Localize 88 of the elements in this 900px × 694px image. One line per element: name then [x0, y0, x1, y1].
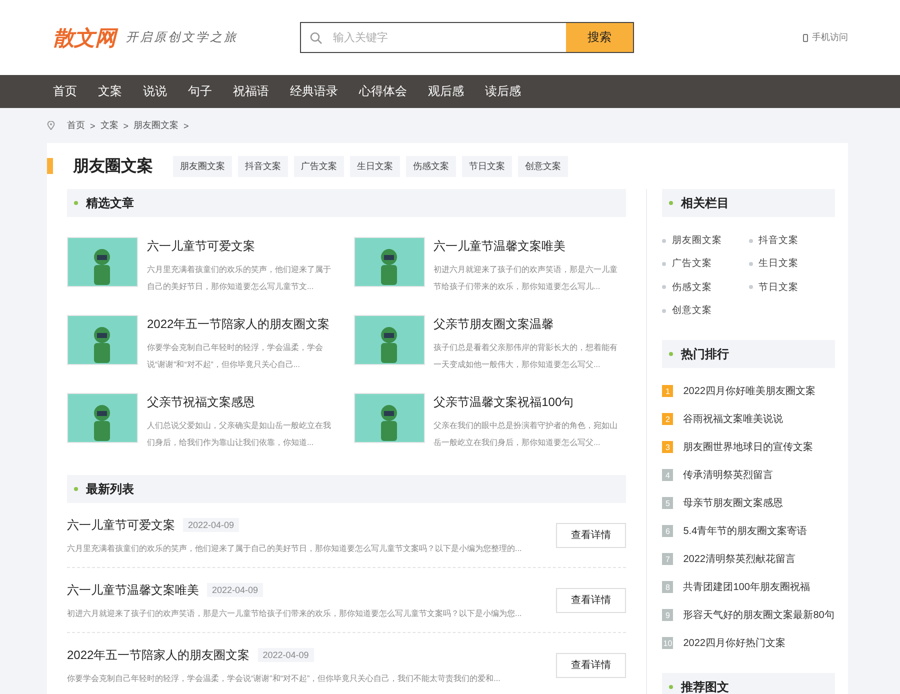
ranking-link[interactable]: 2022四月你好热门文案 — [683, 636, 786, 650]
breadcrumb-separator: > — [184, 120, 189, 130]
date-badge: 2022-04-09 — [207, 583, 264, 597]
article-title[interactable]: 六一儿童节温馨文案唯美 — [67, 582, 199, 598]
location-pin-icon — [47, 121, 55, 130]
nav-link[interactable]: 说说 — [143, 83, 167, 100]
section-title: 最新列表 — [86, 480, 134, 498]
nav-link[interactable]: 经典语录 — [290, 83, 338, 100]
article-title[interactable]: 父亲节朋友圈文案温馨 — [434, 316, 624, 333]
article-excerpt: 你要学会克制自己年轻时的轻浮，学会温柔，学会说“谢谢”和“对不起”，但你毕竟只关心自己，我们不能太苛责我们的爱和... — [67, 672, 502, 684]
breadcrumb-separator: > — [123, 120, 129, 130]
article-title[interactable]: 六一儿童节可爱文案 — [147, 238, 337, 255]
category-tag[interactable]: 伤感文案 — [406, 156, 456, 176]
category-link[interactable]: 生日文案 — [758, 257, 799, 270]
mobile-link[interactable]: 手机访问 — [803, 31, 848, 44]
category-tag[interactable]: 抖音文案 — [238, 156, 288, 176]
category-tag[interactable]: 创意文案 — [518, 156, 568, 176]
search-field[interactable]: 输入关键字 搜索 — [300, 22, 634, 53]
details-button[interactable]: 查看详情 — [556, 652, 626, 678]
date-badge: 2022-04-09 — [258, 648, 314, 662]
rank-badge: 9 — [662, 609, 674, 622]
category-tag[interactable]: 朋友圈文案 — [173, 156, 232, 176]
ranking-link[interactable]: 谷雨祝福文案唯美说说 — [683, 412, 784, 426]
category-tag[interactable]: 节日文案 — [462, 156, 512, 176]
category-title: 朋友圈文案 — [73, 156, 153, 176]
rank-badge: 2 — [662, 413, 674, 426]
category-link[interactable]: 广告文案 — [672, 257, 712, 270]
nav-link[interactable]: 读后感 — [485, 83, 521, 100]
illustration-placeholder — [354, 315, 425, 365]
mobile-link-text[interactable]: 手机访问 — [812, 31, 848, 44]
nav-link[interactable]: 观后感 — [428, 83, 464, 100]
accent-bar — [47, 158, 53, 174]
nav-link[interactable]: 心得体会 — [359, 83, 407, 100]
section-title: 推荐图文 — [681, 678, 730, 694]
ranking-link[interactable]: 母亲节朋友圈文案感恩 — [683, 496, 784, 510]
category-link[interactable]: 伤感文案 — [672, 280, 712, 294]
article-title[interactable]: 2022年五一节陪家人的朋友圈文案 — [147, 316, 337, 333]
illustration-placeholder — [67, 393, 138, 443]
rank-badge: 4 — [662, 469, 674, 482]
search-icon — [310, 32, 322, 44]
article-excerpt: 初进六月就迎来了孩子们的欢声笑语，那是六一儿童节给孩子们带来的欢乐，那你知道要怎么写儿童节文案吗？以下是小编为您... — [67, 608, 523, 618]
article-excerpt: 六月里充满着孩童们的欢乐的笑声，他们迎来了属于自己的美好节日，那你知道要怎么写儿童节文案吗？以下是小编为您整理的... — [67, 542, 523, 554]
date-badge: 2022-04-09 — [183, 518, 240, 532]
nav-link[interactable]: 祝福语 — [233, 83, 269, 100]
section-title: 相关栏目 — [681, 194, 730, 212]
category-link[interactable]: 朋友圈文案 — [672, 234, 722, 248]
breadcrumb-link[interactable]: 文案 — [100, 119, 118, 132]
phone-icon — [803, 34, 808, 42]
article-title[interactable]: 父亲节祝福文案感恩 — [147, 394, 337, 411]
rank-badge: 7 — [662, 553, 674, 566]
article-title[interactable]: 2022年五一节陪家人的朋友圈文案 — [67, 646, 250, 664]
site-slogan: 开启原创文学之旅 — [126, 29, 239, 46]
breadcrumb-link[interactable]: 朋友圈文案 — [134, 119, 179, 132]
ranking-link[interactable]: 2022清明祭英烈献花留言 — [683, 552, 796, 566]
nav-link[interactable]: 首页 — [53, 83, 77, 100]
rank-badge: 3 — [662, 441, 674, 454]
ranking-link[interactable]: 2022四月你好唯美朋友圈文案 — [683, 384, 816, 398]
nav-link[interactable]: 句子 — [188, 83, 212, 100]
details-button[interactable]: 查看详情 — [556, 588, 626, 612]
ranking-link[interactable]: 形容天气好的朋友圈文案最新80句 — [683, 608, 834, 622]
illustration-placeholder — [354, 237, 425, 287]
rank-badge: 1 — [662, 385, 674, 398]
rank-badge: 10 — [662, 637, 674, 650]
ranking-link[interactable]: 5.4青年节的朋友圈文案寄语 — [683, 524, 808, 538]
category-tag[interactable]: 广告文案 — [294, 156, 344, 176]
article-title[interactable]: 六一儿童节可爱文案 — [67, 516, 175, 534]
ranking-link[interactable]: 共青团建团100年朋友圈祝福 — [683, 580, 810, 594]
category-link[interactable]: 节日文案 — [758, 280, 799, 294]
rank-badge: 6 — [662, 525, 674, 538]
search-button[interactable]: 搜索 — [566, 23, 633, 52]
illustration-placeholder — [67, 237, 138, 287]
category-link[interactable]: 抖音文案 — [758, 234, 799, 248]
rank-badge: 8 — [662, 581, 674, 594]
category-tag[interactable]: 生日文案 — [350, 156, 400, 176]
illustration-placeholder — [67, 315, 138, 365]
section-title: 精选文章 — [86, 194, 134, 212]
illustration-placeholder — [354, 393, 425, 443]
details-button[interactable]: 查看详情 — [556, 522, 626, 548]
rank-badge: 5 — [662, 497, 674, 510]
section-title: 热门排行 — [681, 346, 730, 363]
breadcrumb-separator: > — [90, 120, 96, 130]
breadcrumb-link[interactable]: 首页 — [67, 119, 85, 132]
category-link[interactable]: 创意文案 — [672, 304, 712, 318]
ranking-link[interactable]: 朋友圈世界地球日的宣传文案 — [683, 440, 814, 454]
article-title[interactable]: 六一儿童节温馨文案唯美 — [434, 238, 624, 255]
ranking-link[interactable]: 传承清明祭英烈留言 — [683, 468, 774, 482]
nav-link[interactable]: 文案 — [98, 83, 122, 100]
article-title[interactable]: 父亲节温馨文案祝福100句 — [434, 394, 624, 411]
